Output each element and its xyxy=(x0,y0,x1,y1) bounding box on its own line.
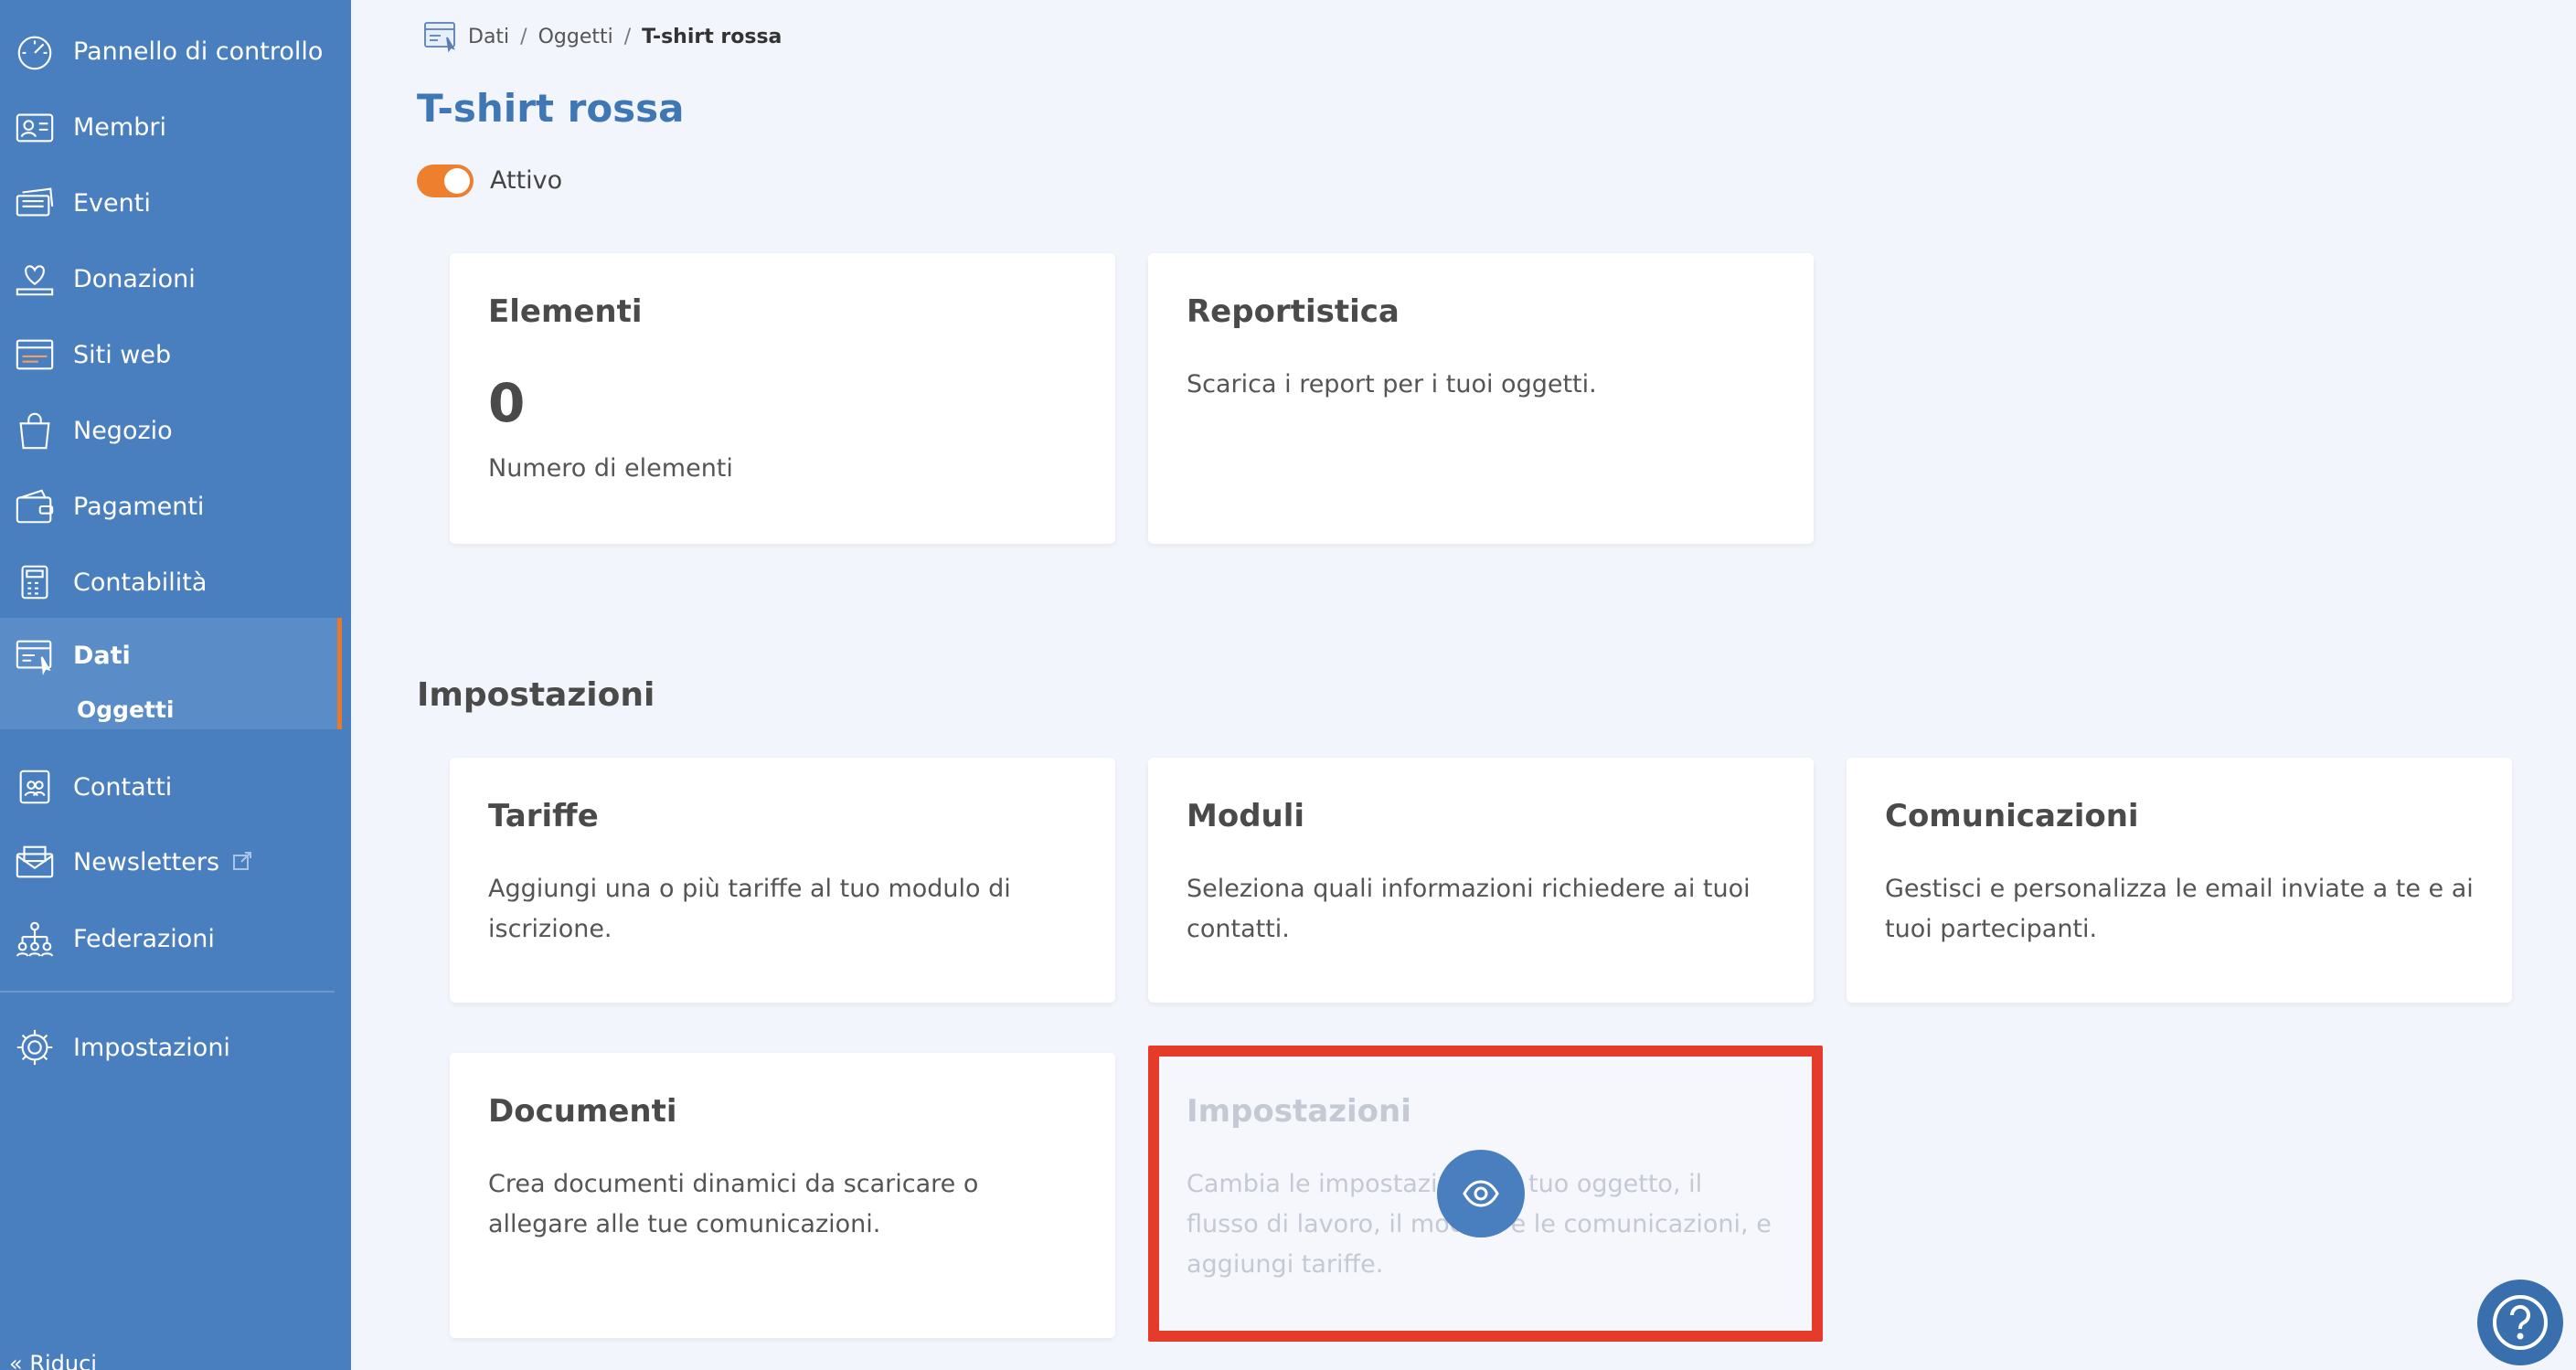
breadcrumb-separator: / xyxy=(623,25,632,48)
sidebar-item-pagamenti[interactable]: Pagamenti xyxy=(0,469,351,544)
card-title: Reportistica xyxy=(1187,293,1400,330)
sidebar-item-newsletters[interactable]: Newsletters xyxy=(0,825,351,900)
sidebar-item-label: Contabilità xyxy=(73,568,208,597)
sidebar-item-label: Dati xyxy=(73,641,131,670)
card-text: Gestisci e personalizza le email inviate… xyxy=(1885,875,2474,943)
calculator-icon xyxy=(13,560,57,604)
sidebar-item-label: Contatti xyxy=(73,772,173,802)
contacts-icon xyxy=(13,765,57,809)
toggle-knob xyxy=(444,168,470,194)
breadcrumb-dati[interactable]: Dati xyxy=(468,26,509,48)
page-title: T-shirt rossa xyxy=(417,86,685,131)
sidebar-item-dashboard[interactable]: Pannello di controllo xyxy=(0,14,351,89)
card-title: Tariffe xyxy=(488,798,599,834)
shopping-bag-icon xyxy=(13,409,57,452)
card-title: Documenti xyxy=(488,1093,677,1130)
sidebar: Pannello di controllo Membri Eventi Dona… xyxy=(0,0,351,1370)
question-icon xyxy=(2493,1295,2548,1350)
donation-heart-icon xyxy=(13,257,57,301)
data-window-icon xyxy=(424,22,455,53)
federation-icon xyxy=(13,917,57,961)
wallet-icon xyxy=(13,484,57,528)
breadcrumb: Dati / Oggetti / T-shirt rossa xyxy=(422,18,782,55)
sidebar-item-contatti[interactable]: Contatti xyxy=(0,749,351,824)
active-indicator xyxy=(337,618,342,729)
sidebar-item-siti-web[interactable]: Siti web xyxy=(0,317,351,392)
card-reportistica[interactable]: Reportistica Scarica i report per i tuoi… xyxy=(1148,253,1814,544)
card-moduli[interactable]: Moduli Seleziona quali informazioni rich… xyxy=(1148,758,1814,1003)
collapse-sidebar-button[interactable]: « Riduci xyxy=(9,1351,97,1370)
card-elementi[interactable]: Elementi 0 Numero di elementi xyxy=(450,253,1115,544)
sidebar-divider xyxy=(0,991,335,993)
member-card-icon xyxy=(13,105,57,149)
sidebar-item-label: Siti web xyxy=(73,340,172,369)
active-toggle[interactable] xyxy=(417,165,474,197)
sidebar-item-federazioni[interactable]: Federazioni xyxy=(0,901,351,976)
dashboard-gauge-icon xyxy=(13,29,57,73)
card-text: Crea documenti dinamici da scaricare o a… xyxy=(488,1170,979,1238)
card-text: Aggiungi una o più tariffe al tuo modulo… xyxy=(488,875,1011,943)
sidebar-item-donazioni[interactable]: Donazioni xyxy=(0,241,351,316)
section-title-impostazioni: Impostazioni xyxy=(417,676,655,714)
sidebar-item-negozio[interactable]: Negozio xyxy=(0,393,351,468)
card-documenti[interactable]: Documenti Crea documenti dinamici da sca… xyxy=(450,1053,1115,1338)
card-title: Comunicazioni xyxy=(1885,798,2139,834)
sidebar-item-label: Pagamenti xyxy=(73,492,205,521)
sidebar-item-label: Newsletters xyxy=(73,848,252,877)
card-comunicazioni[interactable]: Comunicazioni Gestisci e personalizza le… xyxy=(1847,758,2512,1003)
sidebar-item-label: Federazioni xyxy=(73,924,215,953)
settings-gear-icon xyxy=(13,1025,57,1069)
eye-icon xyxy=(1463,1180,1499,1207)
external-link-icon xyxy=(232,849,252,877)
website-icon xyxy=(13,333,57,377)
elements-count: 0 xyxy=(488,372,526,434)
sidebar-subitem-oggetti[interactable]: Oggetti xyxy=(77,696,174,723)
card-subtitle: Numero di elementi xyxy=(488,454,733,483)
sidebar-item-label: Eventi xyxy=(73,188,151,218)
card-text: Seleziona quali informazioni richiedere … xyxy=(1187,875,1751,943)
sidebar-item-eventi[interactable]: Eventi xyxy=(0,165,351,240)
breadcrumb-separator: / xyxy=(520,25,527,48)
sidebar-item-label: Impostazioni xyxy=(73,1033,230,1062)
card-title: Elementi xyxy=(488,293,643,330)
newsletters-label: Newsletters xyxy=(73,848,220,876)
data-window-icon xyxy=(13,633,57,677)
sidebar-item-impostazioni[interactable]: Impostazioni xyxy=(0,1010,351,1085)
sidebar-item-membri[interactable]: Membri xyxy=(0,90,351,165)
sidebar-item-label: Pannello di controllo xyxy=(73,37,324,66)
sidebar-item-dati[interactable]: Dati xyxy=(0,618,337,693)
newsletter-icon xyxy=(13,841,57,885)
card-title: Moduli xyxy=(1187,798,1305,834)
sidebar-item-label: Membri xyxy=(73,112,166,142)
card-text: Scarica i report per i tuoi oggetti. xyxy=(1187,370,1597,398)
sidebar-item-label: Donazioni xyxy=(73,264,196,293)
help-button[interactable] xyxy=(2477,1280,2563,1365)
preview-eye-button[interactable] xyxy=(1437,1150,1525,1237)
breadcrumb-current: T-shirt rossa xyxy=(642,25,782,48)
toggle-label: Attivo xyxy=(490,166,563,195)
sidebar-item-label: Negozio xyxy=(73,416,173,445)
card-tariffe[interactable]: Tariffe Aggiungi una o più tariffe al tu… xyxy=(450,758,1115,1003)
event-tickets-icon xyxy=(13,181,57,225)
breadcrumb-oggetti[interactable]: Oggetti xyxy=(538,26,613,48)
sidebar-item-contabilita[interactable]: Contabilità xyxy=(0,545,351,620)
